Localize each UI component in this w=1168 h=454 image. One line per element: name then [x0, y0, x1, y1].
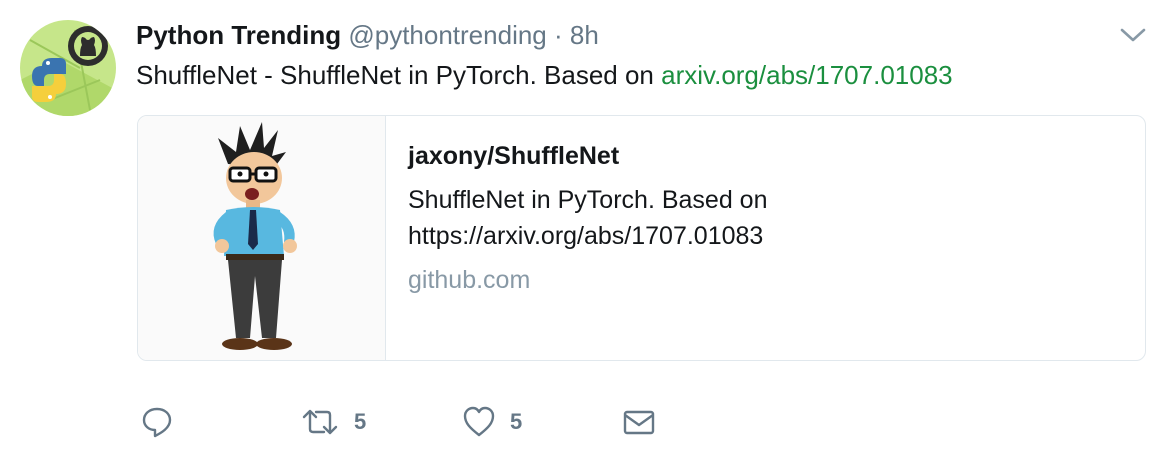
reply-button[interactable] [140, 402, 188, 442]
user-handle[interactable]: @pythontrending [348, 20, 546, 50]
card-description: ShuffleNet in PyTorch. Based on https://… [408, 186, 768, 250]
direct-message-button[interactable] [622, 402, 656, 442]
tweet-header: Python Trending @pythontrending · 8h [136, 18, 599, 52]
separator-dot: · [554, 20, 563, 50]
card-image [138, 116, 386, 360]
reply-icon [142, 407, 172, 438]
cartoon-character-image [213, 122, 297, 350]
card-domain: github.com [408, 266, 531, 294]
tweet: Python Trending @pythontrending · 8h Shu… [0, 0, 1168, 454]
like-button[interactable]: 5 [462, 402, 522, 442]
heart-icon [463, 406, 495, 437]
timestamp[interactable]: 8h [570, 20, 599, 50]
display-name[interactable]: Python Trending [136, 20, 341, 50]
tweet-text-body: ShuffleNet - ShuffleNet in PyTorch. Base… [136, 60, 662, 90]
envelope-icon [623, 410, 655, 435]
link-card[interactable]: jaxony/ShuffleNet ShuffleNet in PyTorch.… [137, 115, 1146, 361]
more-options-button[interactable] [1120, 24, 1146, 46]
retweet-count: 5 [354, 409, 367, 434]
avatar[interactable] [20, 20, 116, 116]
tweet-link[interactable]: arxiv.org/abs/1707.01083 [661, 60, 953, 90]
card-body: jaxony/ShuffleNet ShuffleNet in PyTorch.… [408, 138, 1128, 298]
tweet-text: ShuffleNet - ShuffleNet in PyTorch. Base… [136, 58, 953, 92]
retweet-icon [302, 409, 338, 435]
card-title: jaxony/ShuffleNet [408, 142, 620, 170]
chevron-down-icon [1120, 28, 1146, 42]
retweet-button[interactable]: 5 [300, 402, 366, 442]
like-count: 5 [510, 409, 523, 434]
python-github-avatar-icon [20, 20, 116, 116]
